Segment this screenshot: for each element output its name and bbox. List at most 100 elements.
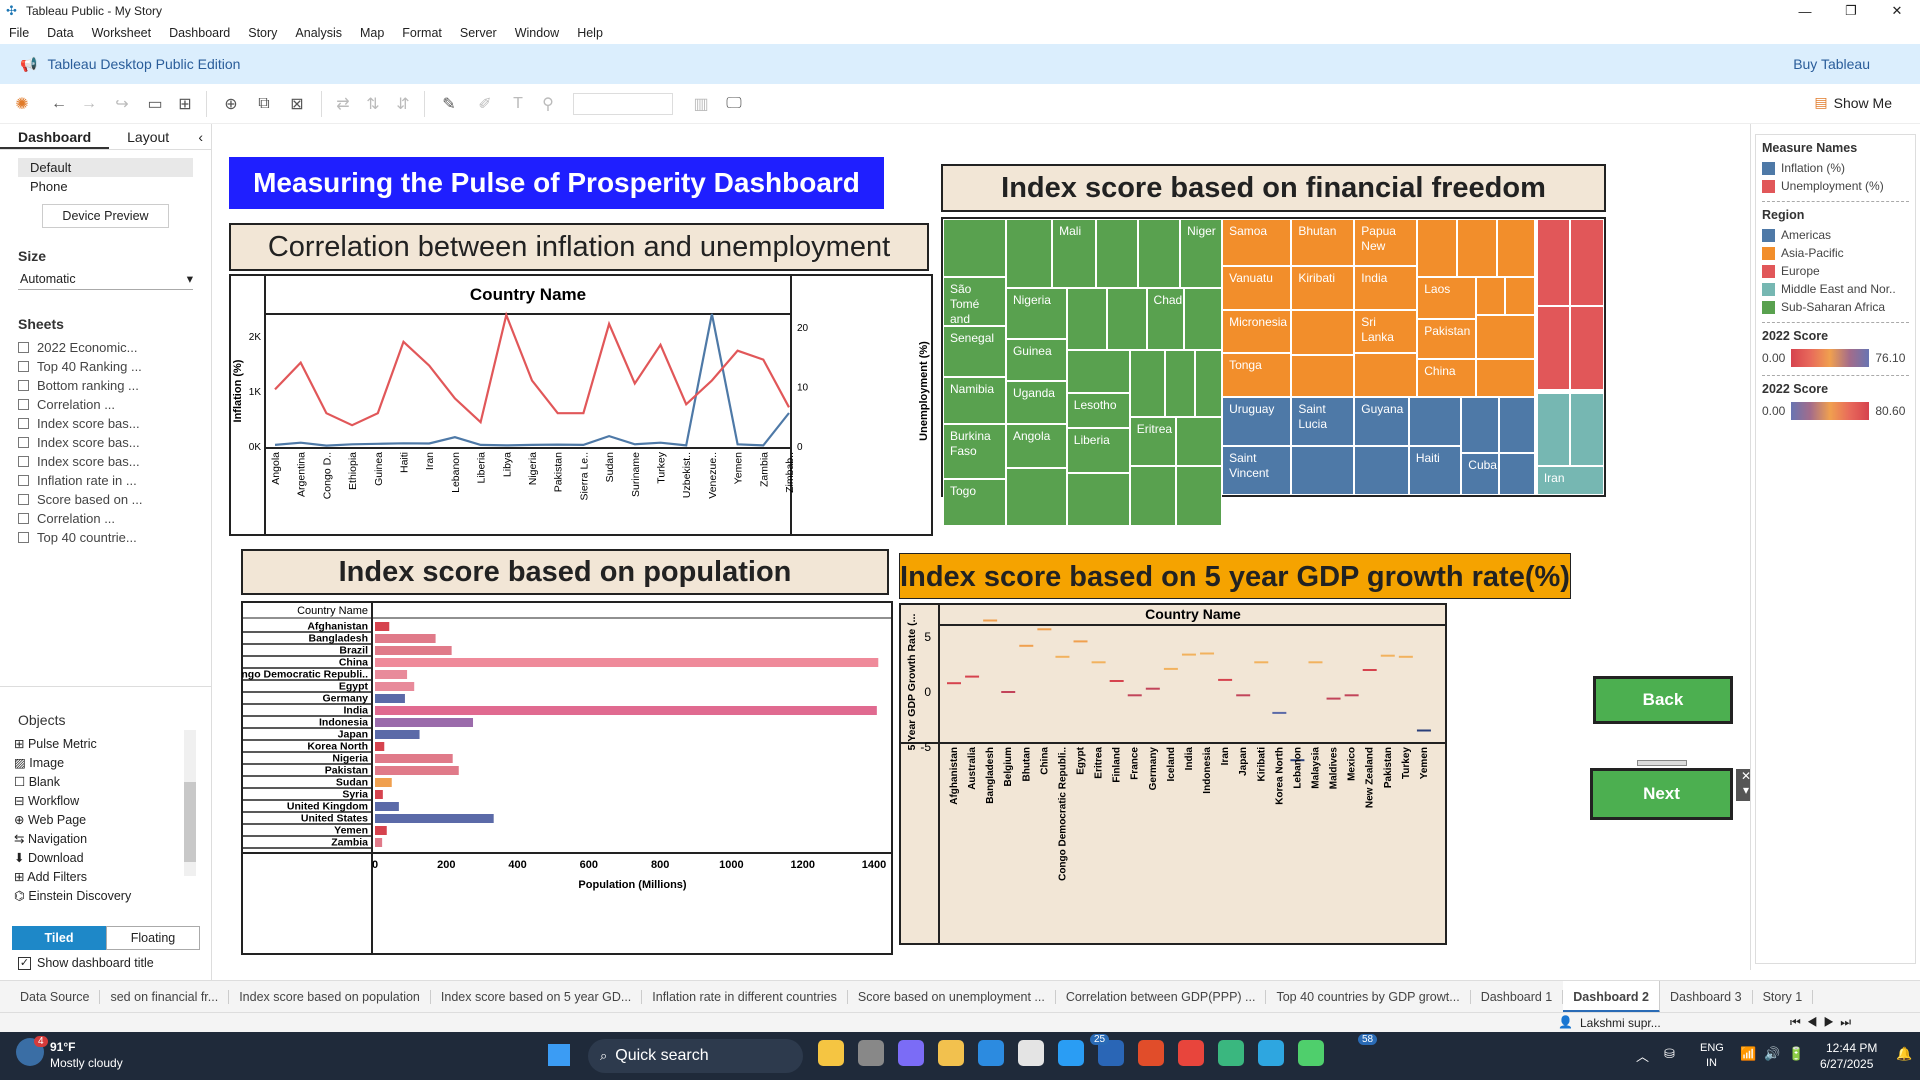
fit-dropdown[interactable] bbox=[573, 92, 673, 115]
sheet-item[interactable]: Inflation rate in ... bbox=[0, 471, 211, 490]
device-phone[interactable]: Phone bbox=[18, 177, 193, 196]
taskbar-app-icon[interactable] bbox=[1178, 1040, 1204, 1066]
treemap-cell[interactable]: Nigeria bbox=[1005, 288, 1067, 340]
treemap-cell[interactable] bbox=[1536, 305, 1571, 391]
sort-asc-icon[interactable]: ⇅ bbox=[358, 90, 388, 118]
treemap-cell[interactable]: Namibia bbox=[943, 377, 1006, 424]
treemap-cell[interactable] bbox=[1129, 466, 1176, 527]
treemap-cell[interactable]: Bhutan bbox=[1291, 219, 1355, 266]
legend-item-region[interactable]: Asia-Pacific bbox=[1762, 244, 1909, 262]
floating-button[interactable]: Floating bbox=[106, 926, 200, 950]
back-button[interactable]: Back bbox=[1593, 676, 1733, 724]
menu-item-dashboard[interactable]: Dashboard bbox=[160, 26, 239, 40]
treemap-cell[interactable]: Iran bbox=[1536, 466, 1604, 495]
treemap-cell[interactable]: Kiribati bbox=[1291, 265, 1355, 311]
new-sheet-icon[interactable]: ⊕ bbox=[213, 90, 249, 118]
object-item[interactable]: ⬇ Download bbox=[0, 848, 180, 867]
menu-item-analysis[interactable]: Analysis bbox=[286, 26, 351, 40]
replay-icon[interactable]: ↪ bbox=[104, 90, 140, 118]
menu-item-worksheet[interactable]: Worksheet bbox=[83, 26, 161, 40]
taskbar-app-icon[interactable] bbox=[978, 1040, 1004, 1066]
treemap-cell[interactable] bbox=[1096, 219, 1139, 288]
collapse-icon[interactable]: ‹ bbox=[190, 124, 211, 149]
treemap-cell[interactable] bbox=[1066, 288, 1107, 351]
taskbar-app-icon[interactable] bbox=[818, 1040, 844, 1066]
taskbar-app-icon[interactable] bbox=[938, 1040, 964, 1066]
sheet-item[interactable]: Score based on ... bbox=[0, 490, 211, 509]
treemap-cell[interactable] bbox=[1066, 472, 1130, 527]
treemap-cell[interactable]: Angola bbox=[1005, 423, 1067, 469]
buy-tableau-link[interactable]: Buy Tableau bbox=[1793, 56, 1870, 72]
presentation-icon[interactable]: 🖵 bbox=[719, 90, 749, 118]
sheet-item[interactable]: 2022 Economic... bbox=[0, 338, 211, 357]
treemap-cell[interactable]: Saint Vincent bbox=[1222, 446, 1292, 495]
taskbar-app-icon[interactable] bbox=[1298, 1040, 1324, 1066]
treemap-cell[interactable] bbox=[1291, 310, 1355, 355]
treemap-cell[interactable]: Laos bbox=[1417, 276, 1476, 320]
legend-item-region[interactable]: Americas bbox=[1762, 226, 1909, 244]
treemap-cell[interactable] bbox=[1194, 350, 1223, 418]
treemap-cell[interactable] bbox=[1499, 452, 1535, 495]
tab-dashboard[interactable]: Dashboard bbox=[0, 124, 110, 149]
label-icon[interactable]: T bbox=[503, 90, 533, 118]
sheet-tab[interactable]: Dashboard 1 bbox=[1471, 989, 1564, 1004]
treemap-cell[interactable] bbox=[1457, 219, 1497, 277]
size-dropdown[interactable]: Automatic ▾ bbox=[18, 268, 193, 290]
treemap-cell[interactable] bbox=[1138, 219, 1181, 288]
sheet-tab[interactable]: Index score based on population bbox=[229, 989, 431, 1004]
region-code[interactable]: IN bbox=[1706, 1057, 1717, 1069]
clock-date[interactable]: 6/27/2025 bbox=[1820, 1057, 1873, 1071]
treemap-cell[interactable]: Pakistan bbox=[1417, 319, 1476, 360]
legend-item-inflation[interactable]: Inflation (%) bbox=[1762, 159, 1909, 177]
treemap-cell[interactable] bbox=[1475, 314, 1535, 360]
treemap-cell[interactable]: Mali bbox=[1052, 219, 1097, 288]
notification-bell-icon[interactable]: 🔔 bbox=[1896, 1046, 1912, 1062]
drive-icon[interactable]: ⛁ bbox=[1664, 1046, 1675, 1062]
save-icon[interactable]: ▭ bbox=[140, 90, 170, 118]
add-datasource-icon[interactable]: ⊞ bbox=[170, 90, 200, 118]
object-item[interactable]: ⊟ Workflow bbox=[0, 791, 180, 810]
menu-item-format[interactable]: Format bbox=[393, 26, 451, 40]
taskbar-app-icon[interactable] bbox=[1018, 1040, 1044, 1066]
treemap-cell[interactable] bbox=[1496, 219, 1535, 277]
sheet-item[interactable]: Top 40 Ranking ... bbox=[0, 357, 211, 376]
tableau-home-icon[interactable]: ✺ bbox=[0, 90, 44, 118]
treemap-cell[interactable] bbox=[1106, 288, 1147, 351]
taskbar-app-icon[interactable] bbox=[898, 1040, 924, 1066]
treemap-cell[interactable] bbox=[1184, 288, 1223, 351]
treemap-cell[interactable]: Lesotho bbox=[1066, 392, 1130, 429]
group-icon[interactable]: ✐ bbox=[467, 90, 503, 118]
object-item[interactable]: ⇆ Navigation bbox=[0, 829, 180, 848]
treemap-cell[interactable]: Chad bbox=[1146, 288, 1185, 351]
treemap-cell[interactable] bbox=[1175, 417, 1223, 467]
treemap-cell[interactable]: Senegal bbox=[943, 325, 1006, 378]
device-preview-button[interactable]: Device Preview bbox=[42, 204, 169, 228]
duplicate-icon[interactable]: ⧉ bbox=[249, 90, 279, 118]
treemap-cell[interactable]: Niger bbox=[1180, 219, 1223, 288]
sheet-tab[interactable]: Score based on unemployment ... bbox=[848, 989, 1056, 1004]
sheet-item[interactable]: Index score bas... bbox=[0, 433, 211, 452]
taskbar-app-icon[interactable] bbox=[858, 1040, 884, 1066]
sheet-tab[interactable]: Inflation rate in different countries bbox=[642, 989, 848, 1004]
legend-item-region[interactable]: Middle East and Nor.. bbox=[1762, 280, 1909, 298]
treemap-cell[interactable] bbox=[1536, 392, 1571, 467]
object-item[interactable]: ▨ Image bbox=[0, 753, 180, 772]
treemap-cell[interactable]: Guyana bbox=[1354, 397, 1409, 447]
treemap-cell[interactable]: Liberia bbox=[1066, 428, 1130, 473]
menu-item-map[interactable]: Map bbox=[351, 26, 393, 40]
taskbar-search[interactable]: ⌕ Quick search bbox=[588, 1039, 803, 1073]
treemap-cell[interactable]: Sri Lanka bbox=[1354, 310, 1418, 353]
sheet-tab[interactable]: Index score based on 5 year GD... bbox=[431, 989, 643, 1004]
treemap-cell[interactable] bbox=[1570, 305, 1604, 391]
show-title-checkbox[interactable]: ✓ bbox=[18, 956, 31, 970]
clock-time[interactable]: 12:44 PM bbox=[1826, 1041, 1877, 1055]
treemap-cell[interactable]: India bbox=[1354, 265, 1418, 311]
sheet-item[interactable]: Index score bas... bbox=[0, 414, 211, 433]
show-me-button[interactable]: ▤ Show Me bbox=[1814, 94, 1892, 111]
menu-item-file[interactable]: File bbox=[0, 26, 38, 40]
treemap-cell[interactable] bbox=[1570, 219, 1604, 306]
sheet-tab[interactable]: Top 40 countries by GDP growt... bbox=[1266, 989, 1471, 1004]
menu-item-data[interactable]: Data bbox=[38, 26, 82, 40]
close-icon[interactable]: ✕ bbox=[1874, 0, 1920, 22]
objects-scrollbar[interactable] bbox=[184, 730, 196, 876]
